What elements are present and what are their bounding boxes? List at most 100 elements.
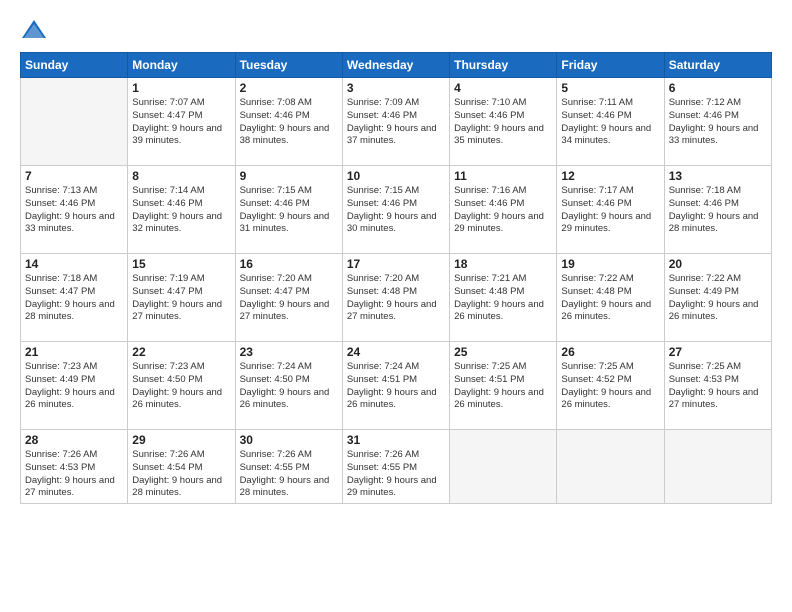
day-info: Sunrise: 7:26 AMSunset: 4:54 PMDaylight:… — [132, 449, 230, 500]
day-info: Sunrise: 7:16 AMSunset: 4:46 PMDaylight:… — [454, 185, 552, 236]
day-number: 3 — [347, 81, 445, 95]
calendar-cell: 23 Sunrise: 7:24 AMSunset: 4:50 PMDayligh… — [235, 342, 342, 430]
day-info: Sunrise: 7:18 AMSunset: 4:47 PMDaylight:… — [25, 273, 123, 324]
day-number: 29 — [132, 433, 230, 447]
day-number: 21 — [25, 345, 123, 359]
day-info: Sunrise: 7:21 AMSunset: 4:48 PMDaylight:… — [454, 273, 552, 324]
calendar-cell: 1 Sunrise: 7:07 AMSunset: 4:47 PMDaylight… — [128, 78, 235, 166]
calendar-cell: 7 Sunrise: 7:13 AMSunset: 4:46 PMDaylight… — [21, 166, 128, 254]
day-info: Sunrise: 7:17 AMSunset: 4:46 PMDaylight:… — [561, 185, 659, 236]
calendar-cell — [557, 430, 664, 504]
day-info: Sunrise: 7:23 AMSunset: 4:50 PMDaylight:… — [132, 361, 230, 412]
calendar-cell: 9 Sunrise: 7:15 AMSunset: 4:46 PMDaylight… — [235, 166, 342, 254]
day-number: 4 — [454, 81, 552, 95]
calendar-cell: 28Sunrise: 7:26 AMSunset: 4:53 PMDayligh… — [21, 430, 128, 504]
day-info: Sunrise: 7:26 AMSunset: 4:53 PMDaylight:… — [25, 449, 123, 500]
day-number: 26 — [561, 345, 659, 359]
calendar-cell: 5 Sunrise: 7:11 AMSunset: 4:46 PMDaylight… — [557, 78, 664, 166]
day-info: Sunrise: 7:23 AMSunset: 4:49 PMDaylight:… — [25, 361, 123, 412]
calendar-cell: 3Sunrise: 7:09 AMSunset: 4:46 PMDaylight… — [342, 78, 449, 166]
day-number: 12 — [561, 169, 659, 183]
day-info: Sunrise: 7:12 AMSunset: 4:46 PMDaylight:… — [669, 97, 767, 148]
day-number: 19 — [561, 257, 659, 271]
day-number: 1 — [132, 81, 230, 95]
day-number: 23 — [240, 345, 338, 359]
day-info: Sunrise: 7:11 AMSunset: 4:46 PMDaylight:… — [561, 97, 659, 148]
calendar-cell: 4 Sunrise: 7:10 AMSunset: 4:46 PMDaylight… — [450, 78, 557, 166]
day-info: Sunrise: 7:18 AMSunset: 4:46 PMDaylight:… — [669, 185, 767, 236]
day-info: Sunrise: 7:25 AMSunset: 4:53 PMDaylight:… — [669, 361, 767, 412]
calendar-cell: 31 Sunrise: 7:26 AMSunset: 4:55 PMDayligh… — [342, 430, 449, 504]
day-info: Sunrise: 7:22 AMSunset: 4:49 PMDaylight:… — [669, 273, 767, 324]
day-info: Sunrise: 7:26 AMSunset: 4:55 PMDaylight:… — [347, 449, 445, 500]
day-header-tuesday: Tuesday — [235, 53, 342, 78]
calendar-cell: 17 Sunrise: 7:20 AMSunset: 4:48 PMDayligh… — [342, 254, 449, 342]
day-info: Sunrise: 7:07 AMSunset: 4:47 PMDaylight:… — [132, 97, 230, 148]
calendar-cell: 14 Sunrise: 7:18 AMSunset: 4:47 PMDayligh… — [21, 254, 128, 342]
calendar-cell: 11 Sunrise: 7:16 AMSunset: 4:46 PMDayligh… — [450, 166, 557, 254]
day-number: 20 — [669, 257, 767, 271]
day-info: Sunrise: 7:20 AMSunset: 4:47 PMDaylight:… — [240, 273, 338, 324]
day-info: Sunrise: 7:13 AMSunset: 4:46 PMDaylight:… — [25, 185, 123, 236]
calendar-cell: 12 Sunrise: 7:17 AMSunset: 4:46 PMDayligh… — [557, 166, 664, 254]
calendar-table: SundayMondayTuesdayWednesdayThursdayFrid… — [20, 52, 772, 504]
day-number: 13 — [669, 169, 767, 183]
calendar-cell: 18 Sunrise: 7:21 AMSunset: 4:48 PMDayligh… — [450, 254, 557, 342]
calendar-cell: 13 Sunrise: 7:18 AMSunset: 4:46 PMDayligh… — [664, 166, 771, 254]
calendar-cell: 20 Sunrise: 7:22 AMSunset: 4:49 PMDayligh… — [664, 254, 771, 342]
day-number: 27 — [669, 345, 767, 359]
day-info: Sunrise: 7:22 AMSunset: 4:48 PMDaylight:… — [561, 273, 659, 324]
day-header-sunday: Sunday — [21, 53, 128, 78]
day-number: 14 — [25, 257, 123, 271]
day-header-thursday: Thursday — [450, 53, 557, 78]
day-header-friday: Friday — [557, 53, 664, 78]
calendar-week-0: 1 Sunrise: 7:07 AMSunset: 4:47 PMDaylight… — [21, 78, 772, 166]
calendar-cell: 8 Sunrise: 7:14 AMSunset: 4:46 PMDaylight… — [128, 166, 235, 254]
calendar-cell: 6 Sunrise: 7:12 AMSunset: 4:46 PMDaylight… — [664, 78, 771, 166]
page-container: SundayMondayTuesdayWednesdayThursdayFrid… — [0, 0, 792, 612]
day-info: Sunrise: 7:15 AMSunset: 4:46 PMDaylight:… — [347, 185, 445, 236]
day-number: 22 — [132, 345, 230, 359]
day-info: Sunrise: 7:19 AMSunset: 4:47 PMDaylight:… — [132, 273, 230, 324]
day-number: 7 — [25, 169, 123, 183]
logo-icon — [20, 16, 48, 44]
day-number: 6 — [669, 81, 767, 95]
day-number: 9 — [240, 169, 338, 183]
day-number: 8 — [132, 169, 230, 183]
calendar-cell — [21, 78, 128, 166]
calendar-cell: 10 Sunrise: 7:15 AMSunset: 4:46 PMDayligh… — [342, 166, 449, 254]
calendar-cell: 30 Sunrise: 7:26 AMSunset: 4:55 PMDayligh… — [235, 430, 342, 504]
day-number: 10 — [347, 169, 445, 183]
day-number: 17 — [347, 257, 445, 271]
day-info: Sunrise: 7:20 AMSunset: 4:48 PMDaylight:… — [347, 273, 445, 324]
calendar-cell: 19 Sunrise: 7:22 AMSunset: 4:48 PMDayligh… — [557, 254, 664, 342]
calendar-week-2: 14 Sunrise: 7:18 AMSunset: 4:47 PMDayligh… — [21, 254, 772, 342]
day-info: Sunrise: 7:08 AMSunset: 4:46 PMDaylight:… — [240, 97, 338, 148]
day-info: Sunrise: 7:25 AMSunset: 4:52 PMDaylight:… — [561, 361, 659, 412]
calendar-cell — [664, 430, 771, 504]
calendar-cell: 2 Sunrise: 7:08 AMSunset: 4:46 PMDaylight… — [235, 78, 342, 166]
day-info: Sunrise: 7:26 AMSunset: 4:55 PMDaylight:… — [240, 449, 338, 500]
calendar-cell: 26 Sunrise: 7:25 AMSunset: 4:52 PMDayligh… — [557, 342, 664, 430]
day-header-wednesday: Wednesday — [342, 53, 449, 78]
day-info: Sunrise: 7:15 AMSunset: 4:46 PMDaylight:… — [240, 185, 338, 236]
calendar-cell: 21 Sunrise: 7:23 AMSunset: 4:49 PMDayligh… — [21, 342, 128, 430]
calendar-header-row: SundayMondayTuesdayWednesdayThursdayFrid… — [21, 53, 772, 78]
day-number: 2 — [240, 81, 338, 95]
day-number: 11 — [454, 169, 552, 183]
day-info: Sunrise: 7:10 AMSunset: 4:46 PMDaylight:… — [454, 97, 552, 148]
day-number: 16 — [240, 257, 338, 271]
day-info: Sunrise: 7:14 AMSunset: 4:46 PMDaylight:… — [132, 185, 230, 236]
day-header-monday: Monday — [128, 53, 235, 78]
day-number: 15 — [132, 257, 230, 271]
day-number: 30 — [240, 433, 338, 447]
calendar-cell: 22 Sunrise: 7:23 AMSunset: 4:50 PMDayligh… — [128, 342, 235, 430]
day-number: 5 — [561, 81, 659, 95]
day-number: 31 — [347, 433, 445, 447]
day-info: Sunrise: 7:24 AMSunset: 4:50 PMDaylight:… — [240, 361, 338, 412]
day-info: Sunrise: 7:24 AMSunset: 4:51 PMDaylight:… — [347, 361, 445, 412]
day-info: Sunrise: 7:25 AMSunset: 4:51 PMDaylight:… — [454, 361, 552, 412]
day-number: 18 — [454, 257, 552, 271]
header — [20, 16, 772, 44]
calendar-week-3: 21 Sunrise: 7:23 AMSunset: 4:49 PMDayligh… — [21, 342, 772, 430]
